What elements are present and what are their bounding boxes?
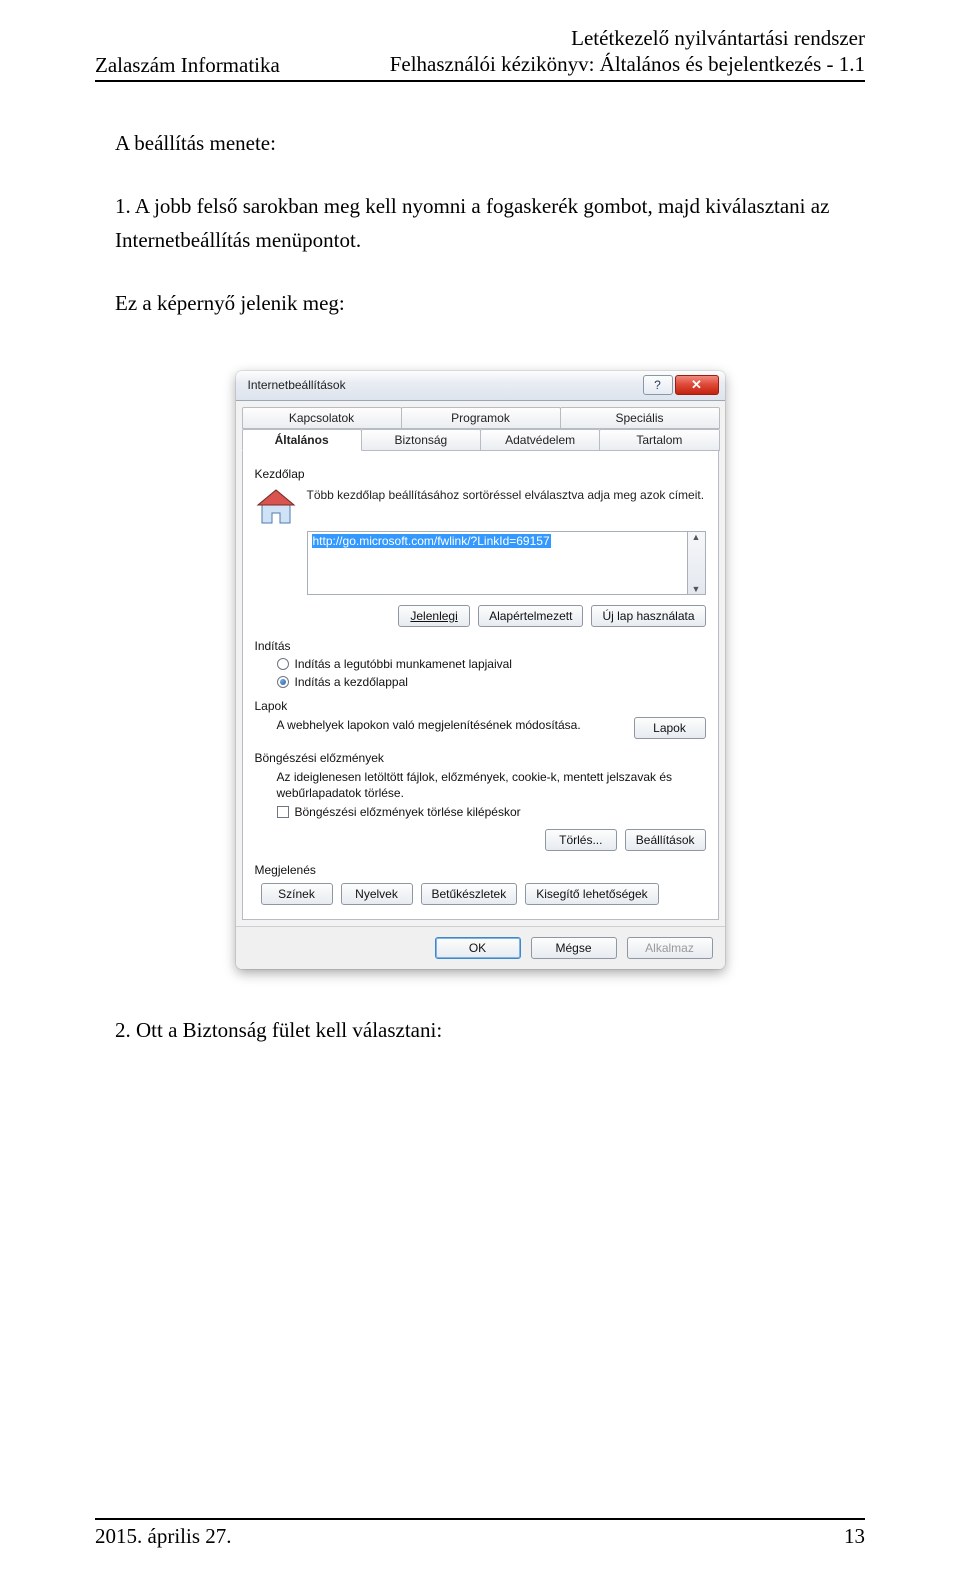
checkbox-unchecked-icon bbox=[277, 806, 289, 818]
startup-last-session-option[interactable]: Indítás a legutóbbi munkamenet lapjaival bbox=[277, 657, 706, 671]
home-icon bbox=[255, 487, 297, 527]
tab-kapcsolatok[interactable]: Kapcsolatok bbox=[242, 407, 402, 429]
footer-date: 2015. április 27. bbox=[95, 1524, 232, 1549]
document-header: Zalaszám Informatika Letétkezelő nyilván… bbox=[95, 25, 865, 82]
apply-button[interactable]: Alkalmaz bbox=[627, 937, 713, 959]
fonts-button[interactable]: Betűkészletek bbox=[421, 883, 518, 905]
paragraph-intro: A beállítás menete: bbox=[115, 127, 865, 161]
help-button[interactable]: ? bbox=[643, 375, 673, 395]
homepage-url-value: http://go.microsoft.com/fwlink/?LinkId=6… bbox=[312, 534, 551, 548]
header-right: Letétkezelő nyilvántartási rendszer Felh… bbox=[390, 25, 865, 78]
history-desc: Az ideiglenesen letöltött fájlok, előzmé… bbox=[277, 769, 706, 801]
home-desc: Több kezdőlap beállításához sortöréssel … bbox=[307, 487, 705, 527]
history-delete-button[interactable]: Törlés... bbox=[545, 829, 617, 851]
paragraph-step1: 1. A jobb felső sarokban meg kell nyomni… bbox=[115, 190, 865, 257]
radio-checked-icon bbox=[277, 676, 289, 688]
section-home-title: Kezdőlap bbox=[255, 467, 706, 481]
delete-on-exit-option[interactable]: Böngészési előzmények törlése kilépéskor bbox=[277, 805, 706, 819]
languages-button[interactable]: Nyelvek bbox=[341, 883, 413, 905]
close-button[interactable]: ✕ bbox=[675, 375, 719, 395]
dialog-titlebar: Internetbeállítások ? ✕ bbox=[236, 371, 725, 401]
tab-altalanos[interactable]: Általános bbox=[242, 429, 362, 451]
header-left: Zalaszám Informatika bbox=[95, 53, 280, 78]
tab-programok[interactable]: Programok bbox=[401, 407, 561, 429]
footer-page-number: 13 bbox=[844, 1524, 865, 1549]
header-right-line2: Felhasználói kézikönyv: Általános és bej… bbox=[390, 51, 865, 77]
tab-panel-general: Kezdőlap Több kezdőlap beállításához sor… bbox=[242, 451, 719, 920]
tab-specialis[interactable]: Speciális bbox=[560, 407, 720, 429]
tabs-desc: A webhelyek lapokon való megjelenítéséne… bbox=[277, 717, 624, 733]
tabs-settings-button[interactable]: Lapok bbox=[634, 717, 706, 739]
section-appearance-title: Megjelenés bbox=[255, 863, 706, 877]
scroll-up-icon[interactable]: ▲ bbox=[692, 532, 701, 542]
scroll-down-icon[interactable]: ▼ bbox=[692, 584, 701, 594]
use-default-button[interactable]: Alapértelmezett bbox=[478, 605, 583, 627]
section-history-title: Böngészési előzmények bbox=[255, 751, 706, 765]
tab-adatvedelem[interactable]: Adatvédelem bbox=[480, 429, 600, 451]
use-new-tab-button[interactable]: Új lap használata bbox=[591, 605, 705, 627]
accessibility-button[interactable]: Kisegítő lehetőségek bbox=[525, 883, 658, 905]
colors-button[interactable]: Színek bbox=[261, 883, 333, 905]
dialog-title: Internetbeállítások bbox=[248, 378, 641, 392]
section-tabs-title: Lapok bbox=[255, 699, 706, 713]
internet-options-dialog: Internetbeállítások ? ✕ Kapcsolatok Prog… bbox=[236, 371, 725, 969]
tab-biztonsag[interactable]: Biztonság bbox=[361, 429, 481, 451]
startup-homepage-option[interactable]: Indítás a kezdőlappal bbox=[277, 675, 706, 689]
use-current-button[interactable]: Jelenlegi bbox=[398, 605, 470, 627]
ok-button[interactable]: OK bbox=[435, 937, 521, 959]
paragraph-step2: 2. Ott a Biztonság fület kell választani… bbox=[115, 1014, 865, 1048]
homepage-url-input[interactable]: http://go.microsoft.com/fwlink/?LinkId=6… bbox=[307, 531, 688, 595]
history-settings-button[interactable]: Beállítások bbox=[625, 829, 706, 851]
tab-strip: Kapcsolatok Programok Speciális Általáno… bbox=[236, 401, 725, 451]
tab-tartalom[interactable]: Tartalom bbox=[599, 429, 719, 451]
cancel-button[interactable]: Mégse bbox=[531, 937, 617, 959]
dialog-footer: OK Mégse Alkalmaz bbox=[236, 926, 725, 969]
paragraph-screenshot-label: Ez a képernyő jelenik meg: bbox=[115, 287, 865, 321]
startup-homepage-label: Indítás a kezdőlappal bbox=[295, 675, 408, 689]
textarea-scrollbar[interactable]: ▲ ▼ bbox=[688, 531, 706, 595]
delete-on-exit-label: Böngészési előzmények törlése kilépéskor bbox=[295, 805, 521, 819]
document-footer: 2015. április 27. 13 bbox=[95, 1518, 865, 1549]
header-right-line1: Letétkezelő nyilvántartási rendszer bbox=[390, 25, 865, 51]
startup-last-session-label: Indítás a legutóbbi munkamenet lapjaival bbox=[295, 657, 512, 671]
section-startup-title: Indítás bbox=[255, 639, 706, 653]
radio-unchecked-icon bbox=[277, 658, 289, 670]
